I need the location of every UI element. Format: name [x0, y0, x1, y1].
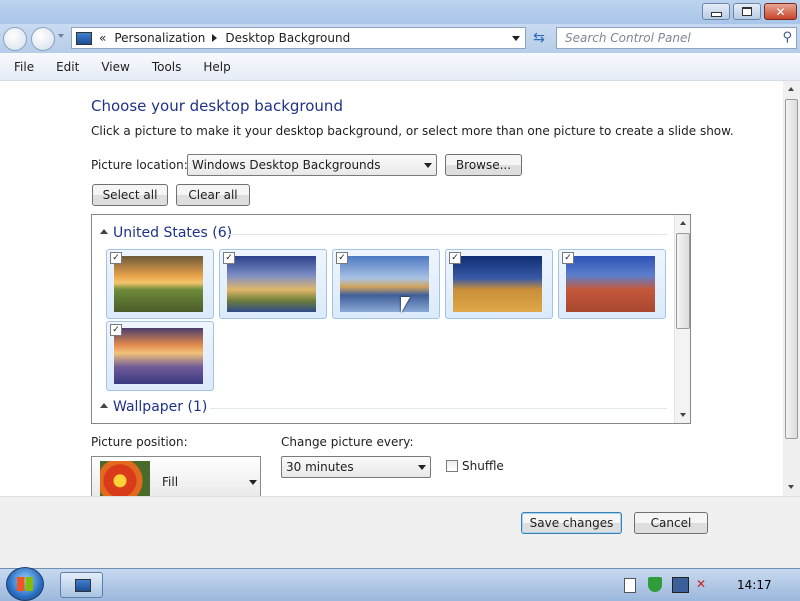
clock-time[interactable]: 14:17	[737, 578, 772, 592]
collapse-group-icon[interactable]	[100, 403, 108, 408]
page-title: Choose your desktop background	[91, 97, 343, 115]
thumbnail-checkbox[interactable]: ✓	[110, 252, 122, 264]
picture-location-value: Windows Desktop Backgrounds	[192, 158, 381, 172]
address-dropdown-icon[interactable]	[512, 36, 520, 41]
status-area	[0, 547, 800, 568]
address-bar[interactable]: « Personalization Desktop Background	[71, 27, 526, 49]
taskbar: ✕ 14:17	[0, 567, 800, 601]
shuffle-label[interactable]: Shuffle	[462, 459, 504, 473]
group-header-wallpaper[interactable]: Wallpaper (1)	[113, 399, 207, 415]
menu-bar: File Edit View Tools Help	[0, 53, 800, 81]
group-divider	[227, 234, 667, 235]
cancel-button[interactable]: Cancel	[634, 512, 708, 534]
mouse-pointer-icon	[401, 297, 410, 313]
clear-all-button[interactable]: Clear all	[176, 184, 250, 206]
control-panel-icon	[75, 579, 91, 592]
navigation-bar: « Personalization Desktop Background ⇆ S…	[0, 24, 800, 53]
thumbnail-image	[114, 256, 203, 312]
windows-logo-icon	[17, 577, 33, 591]
close-icon: ✕	[775, 4, 786, 19]
thumbnail-checkbox[interactable]: ✓	[223, 252, 235, 264]
chevron-down-icon	[418, 465, 426, 470]
thumbnail-image	[453, 256, 542, 312]
thumbnail-checkbox[interactable]: ✓	[449, 252, 461, 264]
wallpaper-thumbnail-rock-lake[interactable]: ✓	[332, 249, 440, 319]
search-box[interactable]: Search Control Panel ⚲	[556, 27, 797, 49]
gallery-scrollbar[interactable]	[674, 215, 690, 423]
menu-help[interactable]: Help	[199, 60, 234, 74]
menu-edit[interactable]: Edit	[52, 60, 83, 74]
network-icon[interactable]	[672, 577, 689, 593]
thumbnail-checkbox[interactable]: ✓	[336, 252, 348, 264]
scroll-up-icon[interactable]	[680, 221, 686, 225]
breadcrumb-desktop-background[interactable]: Desktop Background	[225, 31, 350, 45]
change-interval-label: Change picture every:	[281, 435, 414, 449]
scroll-up-icon[interactable]	[788, 87, 794, 91]
thumbnail-image	[227, 256, 316, 312]
shuffle-checkbox[interactable]	[446, 460, 458, 472]
wallpaper-thumbnail-lighthouse-coast[interactable]: ✓	[219, 249, 327, 319]
chevron-down-icon	[424, 163, 432, 168]
thumbnail-image	[340, 256, 429, 312]
scroll-down-icon[interactable]	[788, 485, 794, 489]
change-interval-dropdown[interactable]: 30 minutes	[281, 456, 431, 478]
group-header-united-states[interactable]: United States (6)	[113, 225, 232, 241]
thumbnail-checkbox[interactable]: ✓	[562, 252, 574, 264]
menu-view[interactable]: View	[97, 60, 133, 74]
collapse-group-icon[interactable]	[100, 229, 108, 234]
chevron-down-icon	[249, 480, 257, 485]
control-panel-icon	[76, 31, 92, 45]
save-changes-button[interactable]: Save changes	[521, 512, 622, 534]
breadcrumb-separator-icon[interactable]	[212, 34, 218, 42]
minimize-button[interactable]	[702, 3, 730, 20]
taskbar-control-panel-button[interactable]	[60, 572, 103, 598]
page-description: Click a picture to make it your desktop …	[91, 124, 734, 138]
select-all-button[interactable]: Select all	[92, 184, 168, 206]
position-preview-icon	[100, 461, 150, 497]
picture-gallery: United States (6) ✓ ✓ ✓ ✓ ✓ ✓ Wallpaper …	[91, 214, 691, 424]
wallpaper-thumbnail-delicate-arch[interactable]: ✓	[558, 249, 666, 319]
picture-position-dropdown[interactable]: Fill	[91, 456, 261, 497]
security-shield-icon[interactable]	[648, 577, 662, 592]
recent-pages-icon[interactable]	[58, 34, 64, 38]
search-icon[interactable]: ⚲	[782, 30, 792, 45]
refresh-icon[interactable]: ⇆	[528, 28, 550, 48]
scrollbar-thumb[interactable]	[785, 99, 798, 439]
thumbnail-image	[566, 256, 655, 312]
picture-location-label: Picture location:	[91, 158, 188, 172]
search-input[interactable]: Search Control Panel	[565, 31, 691, 45]
breadcrumb-prefix[interactable]: «	[99, 31, 106, 45]
wallpaper-thumbnail-lupine-field[interactable]: ✓	[106, 321, 214, 391]
scroll-down-icon[interactable]	[680, 413, 686, 417]
menu-file[interactable]: File	[10, 60, 38, 74]
minimize-icon	[710, 12, 722, 17]
thumbnail-image	[114, 328, 203, 384]
picture-location-dropdown[interactable]: Windows Desktop Backgrounds	[187, 154, 437, 176]
menu-tools[interactable]: Tools	[148, 60, 186, 74]
picture-position-value: Fill	[162, 475, 179, 489]
action-center-icon[interactable]	[624, 578, 636, 593]
picture-position-label: Picture position:	[91, 435, 188, 449]
window-scrollbar[interactable]	[783, 81, 800, 496]
thumbnail-checkbox[interactable]: ✓	[110, 324, 122, 336]
browse-button[interactable]: Browse...	[445, 154, 522, 176]
restore-icon	[742, 7, 752, 16]
breadcrumb-personalization[interactable]: Personalization	[114, 31, 205, 45]
volume-muted-icon[interactable]: ✕	[696, 577, 710, 591]
maximize-button[interactable]	[733, 3, 761, 20]
title-bar: ✕	[0, 0, 800, 24]
close-button[interactable]: ✕	[764, 3, 797, 20]
change-interval-value: 30 minutes	[286, 460, 354, 474]
scrollbar-thumb[interactable]	[676, 233, 690, 329]
group-divider	[210, 408, 667, 409]
back-button[interactable]	[3, 27, 27, 51]
wallpaper-thumbnail-sunset-prairie[interactable]: ✓	[106, 249, 214, 319]
wallpaper-thumbnail-hay-bale[interactable]: ✓	[445, 249, 553, 319]
footer-bar: Save changes Cancel	[0, 496, 800, 547]
start-button[interactable]	[6, 567, 44, 601]
forward-button[interactable]	[31, 27, 55, 51]
